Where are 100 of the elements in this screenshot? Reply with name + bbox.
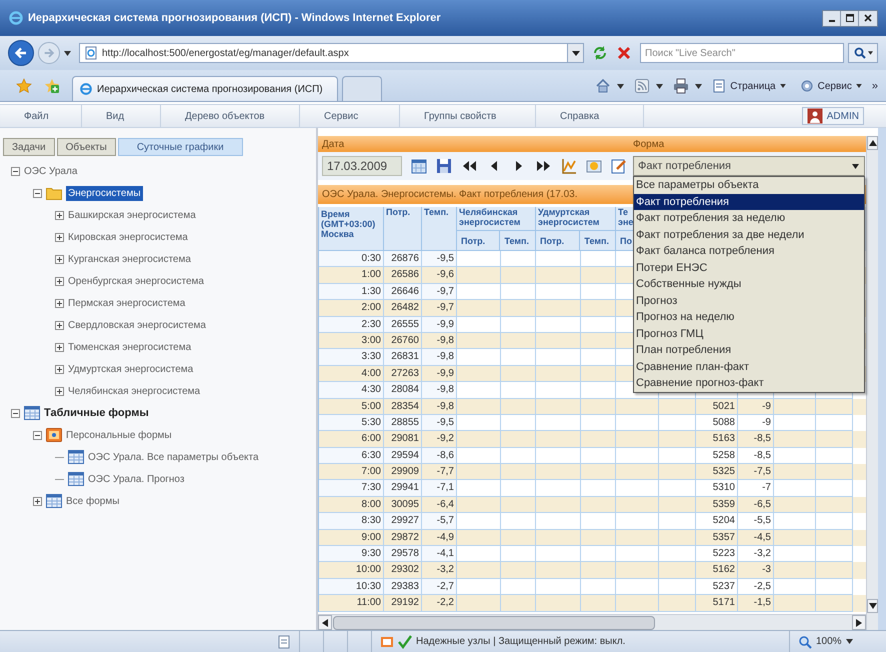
expand-icon[interactable] bbox=[55, 320, 64, 330]
tree-item[interactable]: Удмуртская энергосистема bbox=[68, 362, 194, 376]
date-field[interactable]: 17.03.2009 bbox=[322, 156, 402, 176]
tree-item[interactable]: Все формы bbox=[66, 494, 120, 508]
dropdown-option[interactable]: Прогноз ГМЦ bbox=[634, 326, 864, 342]
scroll-right-button[interactable] bbox=[852, 615, 866, 630]
column-header[interactable]: Потр. bbox=[457, 231, 500, 250]
add-favorite-icon[interactable] bbox=[44, 78, 60, 94]
zoom-icon[interactable] bbox=[798, 634, 812, 648]
dropdown-option[interactable]: Сравнение прогноз-факт bbox=[634, 375, 864, 392]
column-header[interactable]: Потр. bbox=[536, 231, 580, 250]
command-button[interactable]: Сервис bbox=[796, 76, 866, 96]
collapse-icon[interactable] bbox=[11, 408, 20, 418]
print-icon[interactable] bbox=[673, 78, 690, 94]
dropdown-option[interactable]: Факт потребления за две недели bbox=[634, 226, 864, 243]
save-icon[interactable] bbox=[436, 158, 452, 174]
column-header[interactable]: По bbox=[620, 236, 632, 246]
caret-icon[interactable] bbox=[617, 84, 624, 88]
tree-item[interactable]: Энергосистемы bbox=[66, 186, 142, 200]
expand-icon[interactable] bbox=[55, 342, 64, 352]
dropdown-option[interactable]: Факт потребления bbox=[634, 194, 864, 210]
collapse-icon[interactable] bbox=[33, 188, 42, 198]
dropdown-button[interactable] bbox=[567, 44, 583, 62]
collapse-icon[interactable] bbox=[33, 430, 42, 440]
expand-icon[interactable] bbox=[55, 276, 64, 286]
feed-icon[interactable] bbox=[634, 78, 650, 94]
dropdown-option[interactable]: Факт баланса потребления bbox=[634, 243, 864, 260]
caret-icon[interactable] bbox=[846, 639, 853, 644]
browser-tab[interactable]: Иерархическая система прогнозирования (ИСП) bbox=[72, 76, 338, 101]
form-dropdown[interactable]: Факт потребления bbox=[633, 156, 865, 176]
collapse-icon[interactable] bbox=[11, 166, 20, 176]
scrollbar-thumb[interactable] bbox=[333, 616, 655, 630]
caret-icon[interactable] bbox=[695, 84, 702, 88]
refresh-icon[interactable] bbox=[592, 45, 608, 61]
first-page-icon[interactable] bbox=[461, 158, 477, 174]
tree-item[interactable]: ОЭС Урала. Прогноз bbox=[88, 472, 184, 486]
vertical-scrollbar[interactable] bbox=[866, 136, 878, 630]
star-icon[interactable] bbox=[16, 78, 32, 94]
horizontal-scrollbar[interactable] bbox=[318, 614, 866, 630]
expand-icon[interactable] bbox=[55, 232, 64, 242]
stop-icon[interactable] bbox=[616, 45, 632, 61]
menu-item[interactable]: Справка bbox=[536, 105, 644, 127]
caret-icon[interactable] bbox=[64, 50, 71, 56]
tree-item[interactable]: Персональные формы bbox=[66, 428, 172, 442]
expand-icon[interactable] bbox=[55, 364, 64, 374]
dropdown-option[interactable]: План потребления bbox=[634, 342, 864, 358]
panel-tab[interactable]: Объекты bbox=[56, 138, 116, 156]
panel-tab[interactable]: Суточные графики bbox=[118, 138, 243, 156]
expand-icon[interactable] bbox=[55, 254, 64, 264]
chart-icon[interactable] bbox=[561, 158, 577, 174]
scroll-down-button[interactable] bbox=[867, 599, 878, 613]
tree-item[interactable]: Тюменская энергосистема bbox=[68, 340, 192, 354]
tree-item[interactable]: Пермская энергосистема bbox=[68, 296, 186, 310]
expand-icon[interactable] bbox=[55, 386, 64, 396]
address-field[interactable]: http://localhost:500/energostat/eg/manager/default.aspx bbox=[79, 43, 584, 63]
dropdown-option[interactable]: Собственные нужды bbox=[634, 276, 864, 292]
tree-item[interactable]: ОЭС Урала bbox=[24, 164, 78, 178]
home-icon[interactable] bbox=[595, 78, 612, 94]
column-group-header[interactable]: Те эне bbox=[618, 207, 635, 227]
edit-icon[interactable] bbox=[611, 158, 627, 174]
search-button[interactable] bbox=[848, 43, 878, 63]
menu-item[interactable]: Файл bbox=[0, 105, 82, 127]
dropdown-option[interactable]: Факт потребления за неделю bbox=[634, 210, 864, 226]
expand-icon[interactable] bbox=[33, 496, 42, 506]
menu-item[interactable]: Сервис bbox=[300, 105, 400, 127]
dropdown-option[interactable]: Потери ЕНЭС bbox=[634, 260, 864, 276]
tree-item[interactable]: Курганская энергосистема bbox=[68, 252, 191, 266]
last-page-icon[interactable] bbox=[536, 158, 552, 174]
menu-item[interactable]: Вид bbox=[82, 105, 161, 127]
expand-icon[interactable] bbox=[55, 298, 64, 308]
tree-item[interactable]: Башкирская энергосистема bbox=[68, 208, 196, 222]
menu-item[interactable]: Дерево объектов bbox=[161, 105, 300, 127]
dropdown-option[interactable]: Прогноз bbox=[634, 292, 864, 309]
column-header[interactable]: Темп. bbox=[580, 231, 615, 250]
sun-icon[interactable] bbox=[586, 158, 602, 174]
tree-item[interactable]: Челябинская энергосистема bbox=[68, 384, 200, 398]
scroll-left-button[interactable] bbox=[318, 615, 332, 630]
minimize-button[interactable] bbox=[823, 10, 841, 26]
tree-item[interactable]: ОЭС Урала. Все параметры объекта bbox=[88, 450, 259, 464]
column-group-header[interactable]: Удмуртская энергосистем bbox=[536, 207, 615, 231]
scroll-up-button[interactable] bbox=[867, 136, 878, 150]
dropdown-option[interactable]: Все параметры объекта bbox=[634, 177, 864, 194]
dropdown-option[interactable]: Сравнение план-факт bbox=[634, 358, 864, 375]
tree-item[interactable]: Табличные формы bbox=[44, 404, 149, 422]
window-controls[interactable] bbox=[822, 10, 878, 26]
calendar-icon[interactable] bbox=[411, 158, 427, 174]
user-button[interactable]: ADMIN bbox=[802, 107, 864, 125]
tree-item[interactable]: Свердловская энергосистема bbox=[68, 318, 206, 332]
caret-icon[interactable] bbox=[656, 84, 664, 88]
close-button[interactable] bbox=[859, 10, 877, 26]
overflow-chevron[interactable]: » bbox=[872, 78, 878, 94]
expand-icon[interactable] bbox=[55, 210, 64, 220]
column-group-header[interactable]: Челябинская энергосистем bbox=[457, 207, 535, 231]
zoom-level[interactable]: 100% bbox=[816, 634, 842, 649]
tree-item[interactable]: Кировская энергосистема bbox=[68, 230, 188, 244]
tree-item[interactable]: Оренбургская энергосистема bbox=[68, 274, 204, 288]
menu-item[interactable]: Группы свойств bbox=[400, 105, 536, 127]
column-header[interactable]: Темп. bbox=[500, 231, 535, 250]
maximize-button[interactable] bbox=[841, 10, 859, 26]
dropdown-option[interactable]: Прогноз на неделю bbox=[634, 309, 864, 326]
